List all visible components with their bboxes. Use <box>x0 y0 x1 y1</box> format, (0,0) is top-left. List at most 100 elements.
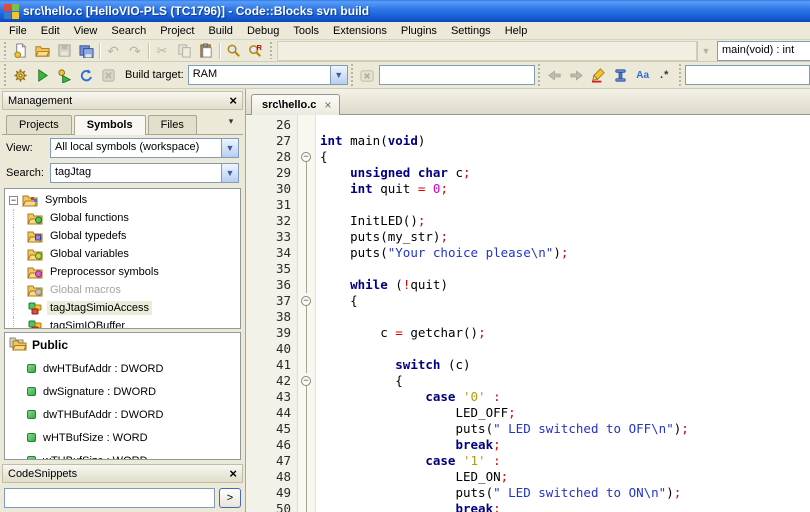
menu-settings[interactable]: Settings <box>444 23 498 39</box>
codesnippets-go-button[interactable]: > <box>219 488 241 508</box>
paste-icon[interactable] <box>195 41 217 61</box>
cut-icon[interactable]: ✂ <box>151 41 173 61</box>
symbol-scope-combo[interactable] <box>277 40 697 61</box>
tab-list-dropdown[interactable]: ▾ <box>223 114 239 129</box>
menu-build[interactable]: Build <box>201 23 239 39</box>
symbol-scope-dropdown[interactable]: ▼ <box>697 40 717 61</box>
editor-body[interactable]: 26 27 28 29 30 31 32 33 34 35 36 37 38 39 40 41 42 43 44 45… <box>246 115 810 512</box>
code-line-45[interactable]: puts(" LED switched to OFF\n"); <box>320 421 810 437</box>
code-line-33[interactable]: puts(my_str); <box>320 229 810 245</box>
member-dwhtbufaddr[interactable]: dwHTBufAddr : DWORD <box>9 357 236 380</box>
save-icon[interactable] <box>53 41 75 61</box>
menu-search[interactable]: Search <box>104 23 153 39</box>
code-line-32[interactable]: InitLED(); <box>320 213 810 229</box>
tree-item-global-functions[interactable]: Global functions <box>5 209 240 227</box>
code-line-40[interactable] <box>320 341 810 357</box>
code-line-26[interactable] <box>320 117 810 133</box>
regex-icon[interactable]: .* <box>654 65 676 85</box>
editor-tab-hello-c[interactable]: src\hello.c × <box>251 94 341 115</box>
code-line-46[interactable]: break; <box>320 437 810 453</box>
close-icon[interactable]: × <box>229 94 237 107</box>
member-dwthbufaddr[interactable]: dwTHBufAddr : DWORD <box>9 403 236 426</box>
code-line-44[interactable]: LED_OFF; <box>320 405 810 421</box>
symbol-search-combo[interactable]: tagJtag ▼ <box>50 163 239 183</box>
code-line-36[interactable]: while (!quit) <box>320 277 810 293</box>
close-icon[interactable]: × <box>324 99 331 111</box>
code-line-38[interactable] <box>320 309 810 325</box>
tree-item-preprocessor-symbols[interactable]: Preprocessor symbols <box>5 263 240 281</box>
code-line-34[interactable]: puts("Your choice please\n"); <box>320 245 810 261</box>
tree-item-tagsimiobuffer[interactable]: tagSimIOBuffer <box>5 317 240 328</box>
toolbar-grip[interactable] <box>268 42 273 59</box>
redo-icon[interactable]: ↷ <box>124 41 146 61</box>
code-line-27[interactable]: int main(void) <box>320 133 810 149</box>
code-line-29[interactable]: unsigned char c; <box>320 165 810 181</box>
member-dwsignature[interactable]: dwSignature : DWORD <box>9 380 236 403</box>
code-line-50[interactable]: break; <box>320 501 810 512</box>
open-file-icon[interactable] <box>31 41 53 61</box>
code-line-31[interactable] <box>320 197 810 213</box>
menu-view[interactable]: View <box>67 23 105 39</box>
code-line-39[interactable]: c = getchar(); <box>320 325 810 341</box>
incremental-search-input[interactable] <box>378 65 535 85</box>
collapse-icon[interactable]: − <box>9 195 18 205</box>
clear-incsearch-button[interactable] <box>357 65 379 85</box>
secondary-search-input[interactable] <box>684 65 810 85</box>
toolbar-grip[interactable] <box>677 64 683 86</box>
build-run-icon[interactable] <box>53 65 75 85</box>
code-line-41[interactable]: switch (c) <box>320 357 810 373</box>
menu-debug[interactable]: Debug <box>240 23 286 39</box>
close-icon[interactable]: × <box>229 467 237 480</box>
member-whtbufsize[interactable]: wHTBufSize : WORD <box>9 426 236 449</box>
tab-symbols[interactable]: Symbols <box>73 115 146 135</box>
code-line-42[interactable]: { <box>320 373 810 389</box>
toolbar-grip[interactable] <box>2 42 7 59</box>
tab-projects[interactable]: Projects <box>6 115 72 134</box>
next-icon[interactable] <box>566 65 588 85</box>
code-line-35[interactable] <box>320 261 810 277</box>
tree-item-global-variables[interactable]: Global variables <box>5 245 240 263</box>
tree-root-symbols[interactable]: − Symbols <box>5 191 240 209</box>
run-icon[interactable] <box>31 65 53 85</box>
highlight-icon[interactable] <box>588 65 610 85</box>
undo-icon[interactable]: ↶ <box>102 41 124 61</box>
prev-icon[interactable] <box>544 65 566 85</box>
menu-file[interactable]: File <box>2 23 34 39</box>
tab-files[interactable]: Files <box>147 115 197 134</box>
code-line-28[interactable]: { <box>320 149 810 165</box>
menu-plugins[interactable]: Plugins <box>394 23 444 39</box>
replace-icon[interactable]: R <box>244 41 266 61</box>
code-line-37[interactable]: { <box>320 293 810 309</box>
save-all-icon[interactable] <box>75 41 97 61</box>
selected-only-icon[interactable] <box>610 65 632 85</box>
menu-help[interactable]: Help <box>498 23 535 39</box>
code-line-49[interactable]: puts(" LED switched to ON\n"); <box>320 485 810 501</box>
abort-icon[interactable] <box>97 65 119 85</box>
code-pane[interactable]: int main(void){ unsigned char c; int qui… <box>316 115 810 512</box>
toolbar-grip[interactable] <box>349 64 355 86</box>
tree-item-tagjtagsimioaccess[interactable]: tagJtagSimioAccess <box>5 299 240 317</box>
compile-icon[interactable] <box>9 65 31 85</box>
new-file-icon[interactable] <box>9 41 31 61</box>
menu-edit[interactable]: Edit <box>34 23 67 39</box>
symbol-browser-combo[interactable]: main(void) : int <box>717 40 810 61</box>
fold-marker[interactable]: − <box>298 149 315 165</box>
fold-marker[interactable]: − <box>298 293 315 309</box>
menu-project[interactable]: Project <box>153 23 201 39</box>
codesnippets-search-input[interactable] <box>4 488 215 508</box>
find-icon[interactable] <box>222 41 244 61</box>
fold-margin[interactable]: − − − <box>298 115 316 512</box>
toolbar-grip[interactable] <box>2 64 7 86</box>
fold-marker[interactable]: − <box>298 373 315 389</box>
menu-tools[interactable]: Tools <box>286 23 326 39</box>
tree-item-global-typedefs[interactable]: Global typedefs <box>5 227 240 245</box>
toolbar-grip[interactable] <box>536 64 542 86</box>
copy-icon[interactable] <box>173 41 195 61</box>
code-line-43[interactable]: case '0' : <box>320 389 810 405</box>
code-line-47[interactable]: case '1' : <box>320 453 810 469</box>
match-case-icon[interactable]: Aa <box>632 65 654 85</box>
tree-item-global-macros[interactable]: Global macros <box>5 281 240 299</box>
build-target-combo[interactable]: RAM ▼ <box>187 65 348 85</box>
code-line-48[interactable]: LED_ON; <box>320 469 810 485</box>
code-line-30[interactable]: int quit = 0; <box>320 181 810 197</box>
